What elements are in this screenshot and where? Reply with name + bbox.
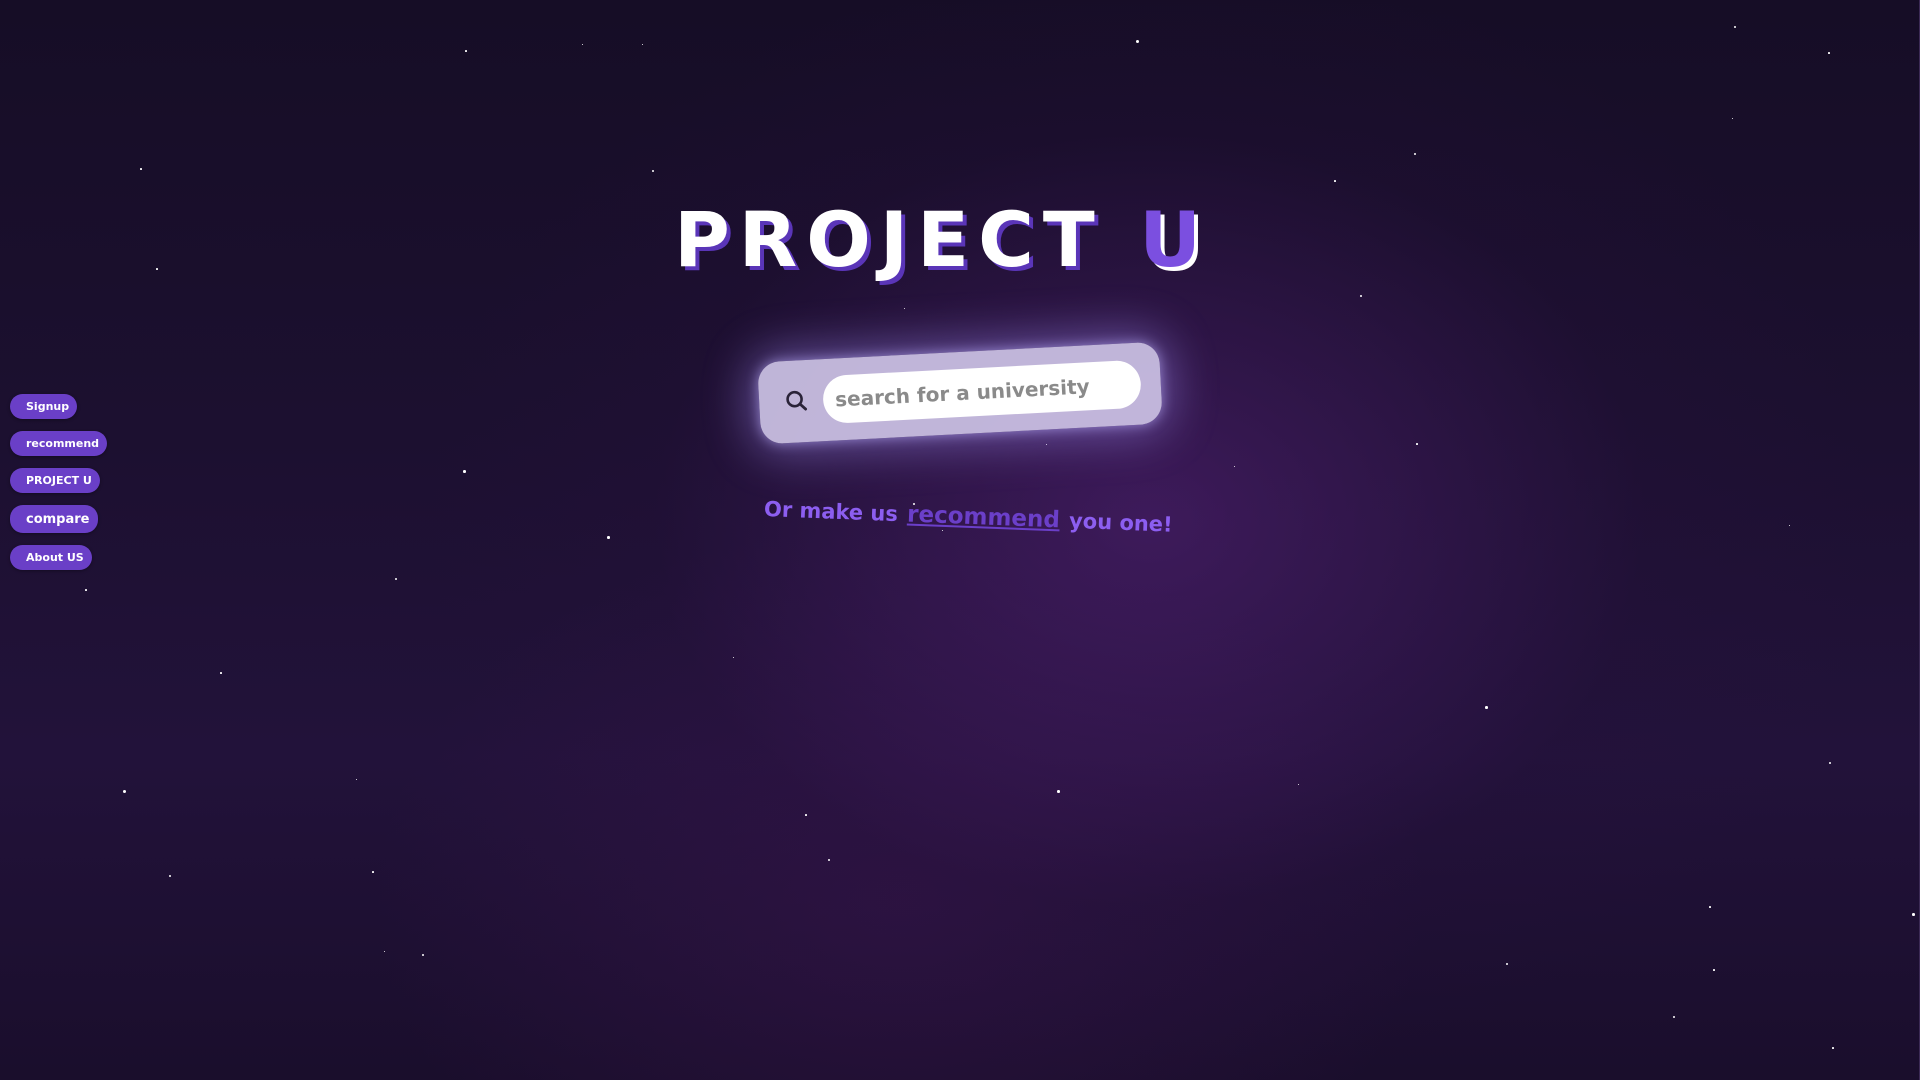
sidebar-item-compare[interactable]: compare — [10, 505, 98, 533]
star — [465, 50, 467, 52]
title-main: PROJECT — [674, 195, 1104, 284]
sidebar-item-signup[interactable]: Signup — [10, 394, 78, 419]
star — [1046, 444, 1047, 445]
star — [372, 871, 374, 873]
star — [1234, 466, 1235, 467]
star — [85, 589, 87, 591]
star — [1485, 706, 1488, 709]
star — [1789, 525, 1790, 526]
star — [384, 951, 385, 952]
star — [1829, 762, 1831, 764]
star — [1136, 40, 1139, 43]
star — [422, 954, 424, 956]
page-title: PROJECT U — [0, 198, 1902, 282]
star — [356, 779, 357, 780]
star — [463, 470, 466, 473]
star — [652, 170, 654, 172]
star — [1713, 969, 1715, 971]
search-input[interactable] — [821, 359, 1143, 425]
star — [140, 168, 142, 170]
star — [1828, 52, 1830, 54]
star — [169, 875, 171, 877]
star — [1734, 26, 1736, 28]
star — [1057, 790, 1060, 793]
recommend-link[interactable]: recommend — [907, 502, 1061, 534]
star — [1416, 443, 1418, 445]
recommend-tagline: Or make us recommend you one! — [764, 496, 1174, 538]
star — [1912, 913, 1915, 916]
star — [582, 44, 583, 45]
star — [220, 672, 222, 674]
star — [1732, 118, 1733, 119]
star — [733, 657, 734, 658]
search-icon[interactable] — [785, 389, 808, 412]
sidebar-item-recommend[interactable]: recommend — [10, 431, 108, 456]
star — [1709, 906, 1711, 908]
tagline-suffix: you one! — [1068, 508, 1174, 537]
sidebar-item-project-u[interactable]: PROJECT U — [10, 468, 100, 493]
star — [123, 790, 126, 793]
star — [828, 859, 830, 861]
title-accent: U — [1139, 195, 1210, 284]
star — [1832, 1047, 1834, 1049]
star — [642, 44, 643, 45]
star — [395, 578, 397, 580]
star — [1298, 784, 1299, 785]
star — [1360, 295, 1362, 297]
star — [904, 308, 905, 309]
star — [942, 530, 943, 531]
star — [1506, 963, 1508, 965]
sidebar-nav: Signup recommend PROJECT U compare About… — [10, 394, 108, 570]
star — [607, 536, 610, 539]
star — [1334, 180, 1336, 182]
star — [1414, 153, 1416, 155]
star — [1673, 1016, 1675, 1018]
tagline-prefix: Or make us — [763, 497, 899, 527]
starfield — [0, 0, 1920, 1080]
search-bar — [757, 341, 1163, 445]
star — [805, 814, 807, 816]
sidebar-item-about-us[interactable]: About US — [10, 545, 92, 570]
